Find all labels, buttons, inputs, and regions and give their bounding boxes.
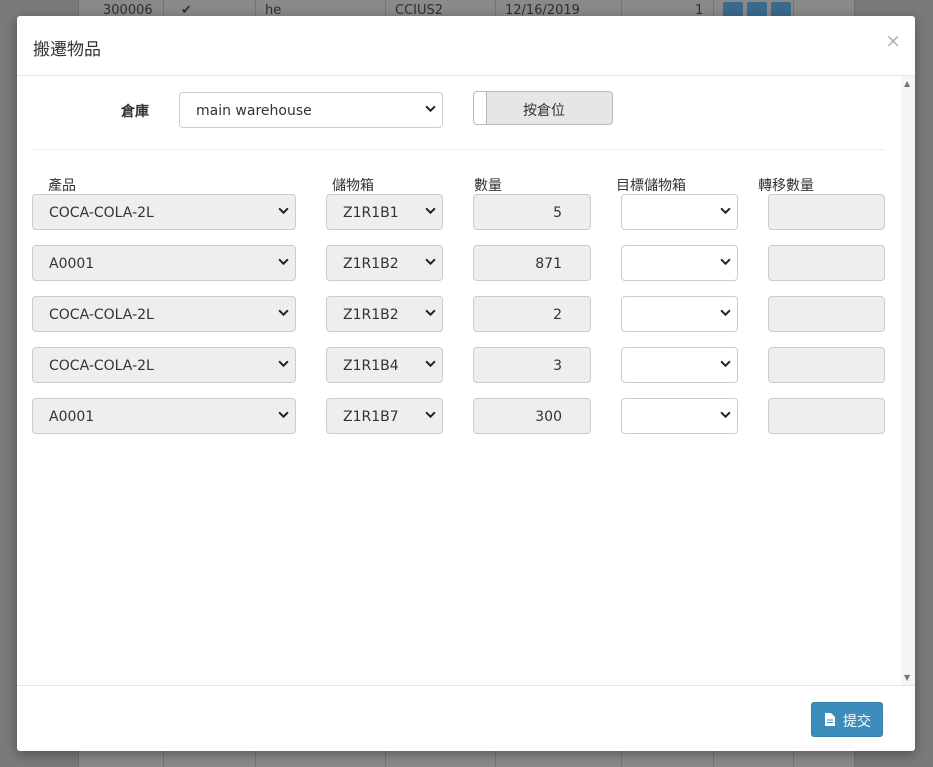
bin-select[interactable]: Z1R1B2: [326, 296, 443, 332]
bin-select[interactable]: Z1R1B1: [326, 194, 443, 230]
product-select-value: COCA-COLA-2L: [49, 205, 154, 221]
scroll-up-icon[interactable]: ▲: [904, 79, 910, 88]
quantity-field: 2: [473, 296, 591, 332]
divider: [32, 149, 885, 150]
target-bin-select[interactable]: [621, 245, 738, 281]
submit-button[interactable]: 提交: [811, 702, 883, 737]
product-select[interactable]: COCA-COLA-2L: [32, 347, 296, 383]
chevron-down-icon: [720, 360, 731, 368]
target-bin-select[interactable]: [621, 398, 738, 434]
transfer-quantity-field: [768, 347, 885, 383]
chevron-down-icon: [278, 309, 289, 317]
chevron-down-icon: [720, 207, 731, 215]
column-header-target-bin: 目標儲物箱: [616, 178, 686, 194]
product-select-value: COCA-COLA-2L: [49, 307, 154, 323]
bin-select-value: Z1R1B4: [343, 358, 399, 374]
quantity-field: 871: [473, 245, 591, 281]
bin-select[interactable]: Z1R1B7: [326, 398, 443, 434]
product-select[interactable]: COCA-COLA-2L: [32, 194, 296, 230]
product-select-value: COCA-COLA-2L: [49, 358, 154, 374]
column-header-product: 產品: [48, 178, 76, 194]
chevron-down-icon: [720, 309, 731, 317]
transfer-quantity-field: [768, 398, 885, 434]
chevron-down-icon: [425, 360, 436, 368]
product-select-value: A0001: [49, 409, 95, 425]
quantity-field: 3: [473, 347, 591, 383]
bin-select-value: Z1R1B2: [343, 307, 399, 323]
modal-title: 搬遷物品: [33, 40, 101, 60]
chevron-down-icon: [720, 411, 731, 419]
scrollbar[interactable]: ▲ ▼: [901, 76, 915, 685]
transfer-quantity-field: [768, 194, 885, 230]
bin-select-value: Z1R1B2: [343, 256, 399, 272]
column-header-transfer-qty: 轉移數量: [758, 178, 814, 194]
chevron-down-icon: [278, 258, 289, 266]
column-header-bin: 儲物箱: [332, 178, 374, 194]
scroll-down-icon[interactable]: ▼: [904, 673, 910, 682]
chevron-down-icon: [278, 207, 289, 215]
modal-header: 搬遷物品 ×: [17, 16, 915, 76]
transfer-quantity-field: [768, 296, 885, 332]
target-bin-select[interactable]: [621, 296, 738, 332]
chevron-down-icon: [278, 360, 289, 368]
product-select[interactable]: A0001: [32, 245, 296, 281]
chevron-down-icon: [425, 411, 436, 419]
document-icon: [825, 713, 835, 726]
warehouse-label: 倉庫: [121, 104, 149, 120]
modal-footer: 提交: [17, 685, 915, 752]
chevron-down-icon: [425, 105, 436, 113]
move-items-modal: 搬遷物品 × 倉庫 main warehouse 按倉位 產品 儲物箱 數量 目…: [17, 16, 915, 751]
target-bin-select[interactable]: [621, 194, 738, 230]
product-select[interactable]: A0001: [32, 398, 296, 434]
submit-label: 提交: [843, 714, 871, 730]
close-icon[interactable]: ×: [885, 30, 901, 52]
column-header-quantity: 數量: [474, 178, 502, 194]
quantity-field: 5: [473, 194, 591, 230]
chevron-down-icon: [278, 411, 289, 419]
target-bin-select[interactable]: [621, 347, 738, 383]
chevron-down-icon: [425, 207, 436, 215]
warehouse-select-value: main warehouse: [196, 103, 312, 119]
chevron-down-icon: [720, 258, 731, 266]
bin-select[interactable]: Z1R1B2: [326, 245, 443, 281]
quantity-field: 300: [473, 398, 591, 434]
product-select[interactable]: COCA-COLA-2L: [32, 296, 296, 332]
chevron-down-icon: [425, 258, 436, 266]
modal-body: 倉庫 main warehouse 按倉位 產品 儲物箱 數量 目標儲物箱 轉移…: [17, 76, 915, 685]
bin-toggle[interactable]: 按倉位: [473, 91, 613, 125]
transfer-quantity-field: [768, 245, 885, 281]
chevron-down-icon: [425, 309, 436, 317]
bin-select-value: Z1R1B7: [343, 409, 399, 425]
bin-select-value: Z1R1B1: [343, 205, 399, 221]
toggle-label: 按倉位: [523, 103, 565, 119]
warehouse-select[interactable]: main warehouse: [179, 92, 443, 128]
product-select-value: A0001: [49, 256, 95, 272]
bin-select[interactable]: Z1R1B4: [326, 347, 443, 383]
